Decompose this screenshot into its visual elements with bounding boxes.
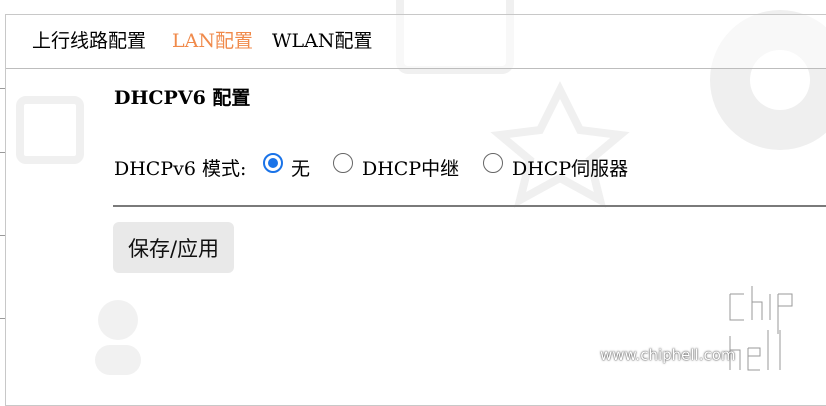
- left-edge-rule: [0, 88, 5, 89]
- left-edge-rule: [0, 235, 5, 236]
- left-edge-rule: [0, 152, 5, 153]
- save-apply-button[interactable]: 保存/应用: [113, 222, 234, 273]
- left-edge-rule: [0, 318, 5, 319]
- config-tab-bar: 上行线路配置 LAN配置 WLAN配置: [6, 15, 826, 69]
- tab-lan-config[interactable]: LAN配置: [172, 29, 253, 53]
- site-watermark-text: www.chiphell.com: [600, 346, 736, 364]
- radio-none-label[interactable]: 无: [291, 154, 310, 181]
- radio-dhcp-server[interactable]: [483, 153, 503, 173]
- dhcpv6-mode-label: DHCPv6 模式:: [114, 158, 247, 180]
- section-divider: [113, 205, 826, 207]
- radio-dhcp-relay-label[interactable]: DHCP中继: [362, 154, 459, 181]
- radio-dhcp-server-label[interactable]: DHCP伺服器: [512, 154, 628, 181]
- tab-wlan-config[interactable]: WLAN配置: [272, 29, 373, 53]
- radio-dhcp-relay[interactable]: [333, 153, 353, 173]
- section-title: DHCPV6 配置: [114, 87, 251, 109]
- tab-uplink-config[interactable]: 上行线路配置: [32, 29, 146, 53]
- radio-none[interactable]: [263, 153, 283, 173]
